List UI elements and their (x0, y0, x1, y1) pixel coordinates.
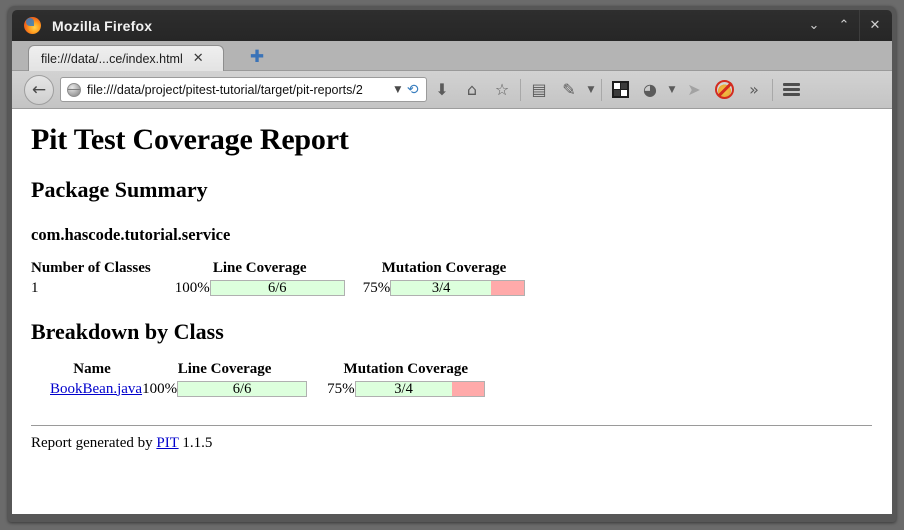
header-mutation-coverage: Mutation Coverage (363, 260, 526, 280)
window-title: Mozilla Firefox (52, 18, 152, 34)
mutation-coverage-ratio: 3/4 (356, 382, 452, 397)
noscript-icon[interactable] (709, 75, 739, 105)
header-number-of-classes: Number of Classes (31, 260, 175, 280)
tab-strip: file:///data/...ce/index.html ✕ ✚ (12, 41, 892, 71)
mutation-coverage-bar: 3/4 (355, 381, 485, 397)
header-line-coverage: Line Coverage (142, 361, 327, 381)
tab-label: file:///data/...ce/index.html (41, 52, 183, 66)
minimize-button[interactable]: ⌄ (799, 10, 829, 41)
class-link-bookbean[interactable]: BookBean.java (50, 381, 142, 397)
back-button-icon[interactable]: ← (24, 75, 54, 105)
cell-line-coverage-bar: 6/6 (177, 381, 327, 398)
firefox-logo-icon (24, 17, 41, 34)
line-coverage-ratio: 6/6 (178, 382, 306, 397)
table-header-row: Name Line Coverage Mutation Coverage (50, 361, 485, 381)
line-coverage-ratio: 6/6 (211, 281, 344, 296)
toolbar-divider (520, 79, 521, 101)
window-controls: ⌄ ⌃ ✕ (799, 10, 890, 41)
cell-mutation-coverage-bar: 3/4 (355, 381, 485, 398)
home-icon[interactable]: ⌂ (457, 75, 487, 105)
send-icon[interactable]: ➤ (679, 75, 709, 105)
maximize-button[interactable]: ⌃ (829, 10, 859, 41)
tab-close-icon[interactable]: ✕ (193, 52, 204, 65)
sync-icon[interactable]: ◕ (635, 75, 665, 105)
noscript-glyph (715, 80, 734, 99)
breakdown-heading: Breakdown by Class (31, 319, 872, 345)
bookmark-star-icon[interactable]: ☆ (487, 75, 517, 105)
close-button[interactable]: ✕ (859, 10, 890, 41)
table-row: BookBean.java 100% 6/6 75% (50, 381, 485, 398)
cell-mutation-coverage-bar: 3/4 (390, 280, 525, 297)
footer-prefix: Report generated by (31, 435, 156, 451)
sync-dropdown-icon[interactable]: ▼ (665, 75, 679, 105)
menu-hamburger-icon[interactable] (776, 75, 806, 105)
cell-mutation-coverage-pct: 75% (363, 280, 391, 297)
pit-link[interactable]: PIT (156, 435, 178, 451)
downloads-icon[interactable]: ⬇ (427, 75, 457, 105)
table-header-row: Number of Classes Line Coverage Mutation… (31, 260, 525, 280)
browser-window: Mozilla Firefox ⌄ ⌃ ✕ file:///data/...ce… (8, 6, 896, 522)
line-coverage-bar: 6/6 (177, 381, 307, 397)
new-tab-icon[interactable]: ✚ (248, 49, 266, 67)
eyedropper-icon[interactable]: ✎ (554, 75, 584, 105)
package-name: com.hascode.tutorial.service (31, 225, 872, 245)
header-line-coverage: Line Coverage (175, 260, 363, 280)
reload-icon[interactable]: ⟳ (407, 82, 419, 98)
page-content: Pit Test Coverage Report Package Summary… (12, 109, 892, 514)
table-row: 1 100% 6/6 75% 3/4 (31, 280, 525, 297)
cell-line-coverage-pct: 100% (175, 280, 210, 297)
page-title: Pit Test Coverage Report (31, 123, 872, 157)
toolbar-divider-2 (601, 79, 602, 101)
eyedropper-dropdown-icon[interactable]: ▼ (584, 75, 598, 105)
color-grid-glyph (612, 81, 629, 98)
mutation-coverage-bar: 3/4 (390, 280, 525, 296)
package-summary-table: Number of Classes Line Coverage Mutation… (31, 260, 525, 297)
menu-hamburger-glyph (783, 83, 800, 96)
mutation-coverage-ratio: 3/4 (391, 281, 491, 296)
url-bar[interactable]: file:///data/project/pitest-tutorial/tar… (60, 77, 427, 102)
cell-mutation-coverage-pct: 75% (327, 381, 355, 398)
header-mutation-coverage: Mutation Coverage (327, 361, 485, 381)
url-history-dropdown-icon[interactable]: ▼ (394, 85, 401, 95)
overflow-chevron-icon[interactable]: » (739, 75, 769, 105)
url-input[interactable]: file:///data/project/pitest-tutorial/tar… (87, 83, 388, 97)
globe-favicon-icon (67, 83, 81, 97)
cell-class-name: BookBean.java (50, 381, 142, 398)
footer-divider (31, 425, 872, 426)
footer-version: 1.1.5 (179, 435, 213, 451)
line-coverage-bar: 6/6 (210, 280, 345, 296)
color-grid-icon[interactable] (605, 75, 635, 105)
header-name: Name (50, 361, 142, 381)
reader-list-icon[interactable]: ▤ (524, 75, 554, 105)
footer: Report generated by PIT 1.1.5 (31, 435, 872, 452)
cell-line-coverage-bar: 6/6 (210, 280, 363, 297)
navigation-toolbar: ← file:///data/project/pitest-tutorial/t… (12, 71, 892, 109)
tab-index-html[interactable]: file:///data/...ce/index.html ✕ (28, 45, 224, 71)
toolbar-divider-3 (772, 79, 773, 101)
package-summary-heading: Package Summary (31, 177, 872, 203)
cell-line-coverage-pct: 100% (142, 381, 177, 398)
breakdown-table: Name Line Coverage Mutation Coverage Boo… (50, 361, 485, 398)
window-titlebar: Mozilla Firefox ⌄ ⌃ ✕ (12, 10, 892, 41)
cell-number-of-classes: 1 (31, 280, 175, 297)
